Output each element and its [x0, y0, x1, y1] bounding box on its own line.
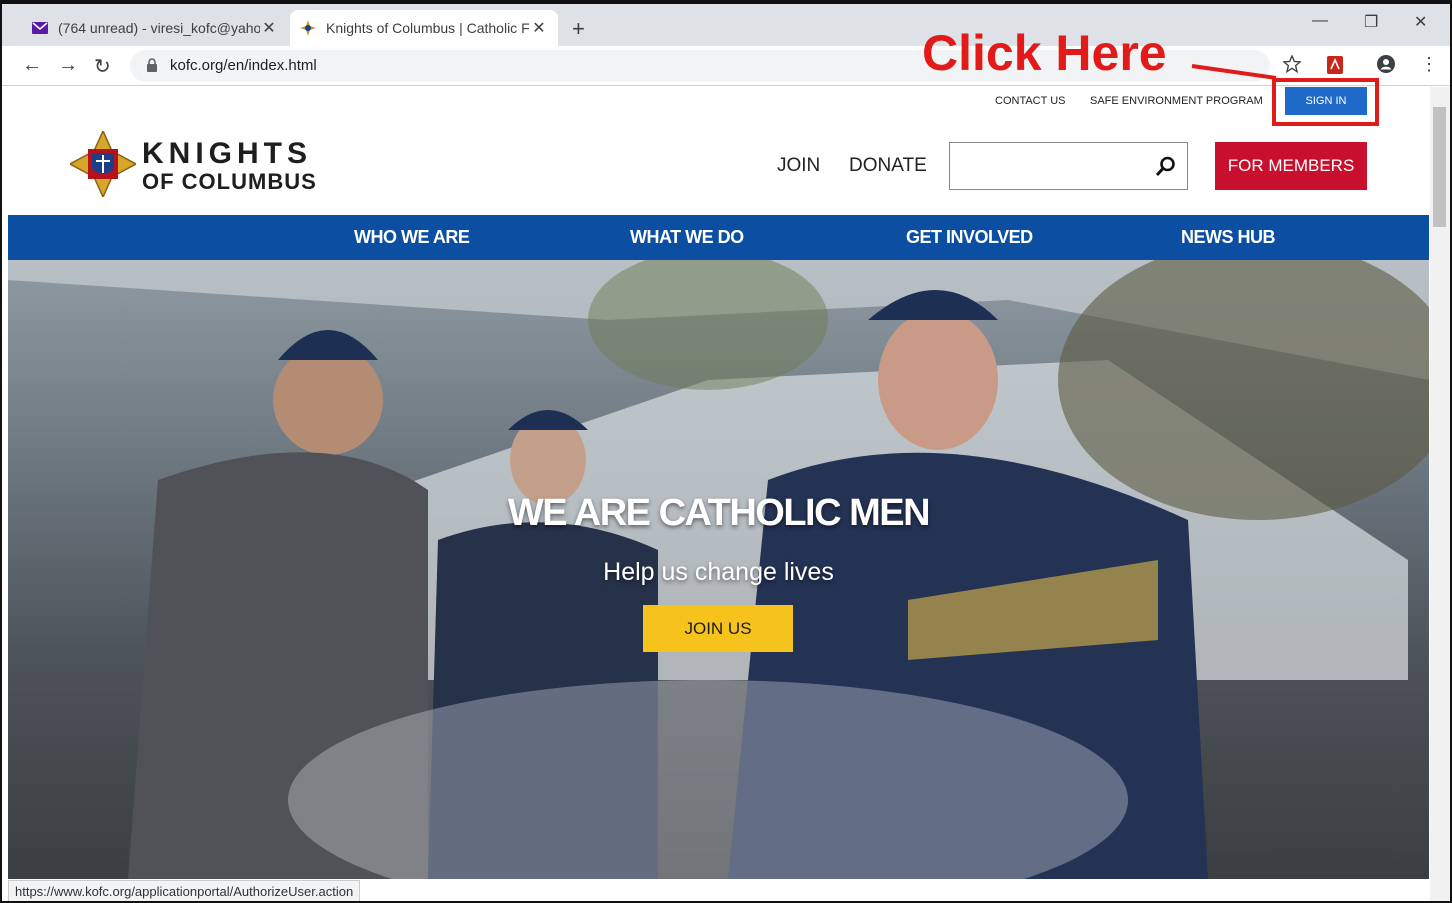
tab-mail[interactable]: (764 unread) - viresi_kofc@yahoo ✕ — [22, 10, 288, 46]
search-input[interactable] — [950, 143, 1150, 187]
hero-banner: WE ARE CATHOLIC MEN Help us change lives… — [8, 260, 1429, 879]
tab-kofc[interactable]: Knights of Columbus | Catholic Fr ✕ — [290, 10, 558, 46]
kofc-favicon-icon — [300, 20, 316, 36]
hero-subtitle: Help us change lives — [603, 558, 834, 586]
page-scrollbar[interactable] — [1430, 87, 1450, 901]
kofc-logo[interactable]: KNIGHTS OF COLUMBUS — [70, 131, 370, 201]
tab-title: Knights of Columbus | Catholic Fr — [326, 20, 530, 36]
search-box[interactable] — [949, 142, 1188, 190]
close-window-icon[interactable]: ✕ — [1414, 12, 1427, 32]
nav-news-hub[interactable]: NEWS HUB — [1181, 227, 1276, 248]
click-here-annotation: Click Here — [922, 25, 1167, 81]
nav-what-we-do[interactable]: WHAT WE DO — [630, 227, 744, 248]
minimize-icon[interactable]: — — [1312, 12, 1328, 30]
for-members-button[interactable]: FOR MEMBERS — [1215, 142, 1367, 190]
forward-icon[interactable]: → — [58, 54, 78, 77]
search-icon[interactable] — [1155, 155, 1177, 182]
status-bar-url: https://www.kofc.org/applicationportal/A… — [8, 880, 361, 902]
sign-in-highlight-box — [1272, 78, 1379, 126]
mail-icon — [32, 20, 48, 36]
logo-line-1: KNIGHTS — [142, 137, 312, 170]
pdf-extension-icon[interactable] — [1327, 56, 1343, 79]
web-page: CONTACT US SAFE ENVIRONMENT PROGRAM SIGN… — [8, 87, 1429, 879]
reload-icon[interactable]: ↻ — [94, 54, 111, 79]
url-text: kofc.org/en/index.html — [170, 57, 317, 74]
lock-icon — [146, 58, 158, 77]
nav-who-we-are[interactable]: WHO WE ARE — [354, 227, 470, 248]
primary-nav: WHO WE ARE WHAT WE DO GET INVOLVED NEWS … — [8, 215, 1429, 260]
safe-environment-link[interactable]: SAFE ENVIRONMENT PROGRAM — [1090, 95, 1263, 107]
nav-get-involved[interactable]: GET INVOLVED — [906, 227, 1033, 248]
kofc-emblem-icon — [70, 131, 136, 197]
join-link[interactable]: JOIN — [777, 155, 820, 177]
new-tab-icon[interactable]: + — [572, 16, 585, 42]
donate-link[interactable]: DONATE — [849, 155, 927, 177]
bookmark-star-icon[interactable] — [1282, 54, 1302, 78]
tab-title: (764 unread) - viresi_kofc@yahoo — [58, 20, 260, 36]
profile-icon[interactable] — [1376, 54, 1396, 79]
logo-line-2: OF COLUMBUS — [142, 169, 317, 194]
scrollbar-thumb[interactable] — [1433, 107, 1446, 227]
restore-icon[interactable]: ❐ — [1364, 12, 1378, 32]
close-tab-icon[interactable]: ✕ — [530, 18, 548, 38]
contact-us-link[interactable]: CONTACT US — [995, 95, 1066, 107]
back-icon[interactable]: ← — [22, 54, 42, 77]
annotation-arrow-line — [1191, 64, 1277, 80]
hero-title: WE ARE CATHOLIC MEN — [507, 492, 931, 534]
menu-icon[interactable]: ⋮ — [1420, 54, 1438, 75]
join-us-button[interactable]: JOIN US — [643, 605, 793, 652]
close-tab-icon[interactable]: ✕ — [260, 18, 278, 38]
browser-tab-bar: (764 unread) - viresi_kofc@yahoo ✕ Knigh… — [2, 4, 1450, 46]
